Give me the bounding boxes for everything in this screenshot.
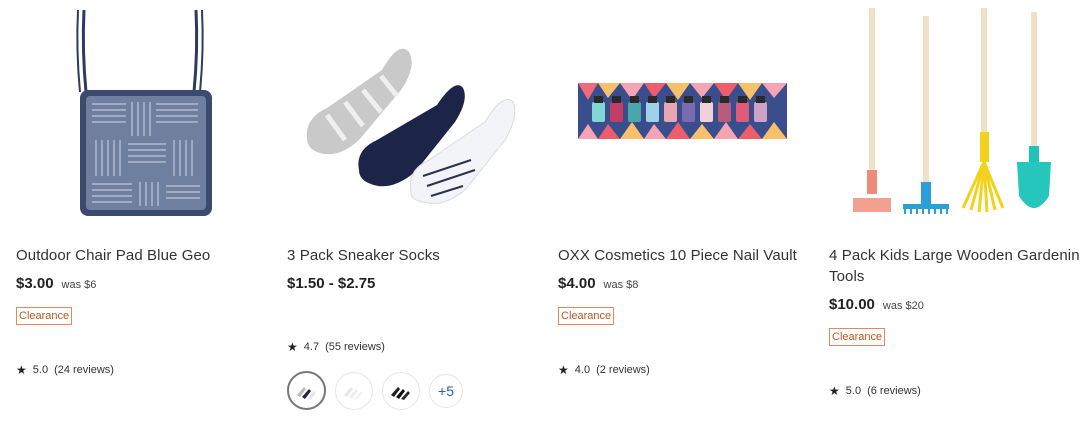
price-row: $1.50 - $2.75 — [287, 275, 375, 292]
star-icon: ★ — [558, 363, 569, 377]
product-price: $1.50 - $2.75 — [287, 275, 376, 292]
product-card-nail-vault[interactable]: OXX Cosmetics 10 Piece Nail Vault $4.00 … — [558, 0, 818, 422]
product-grid: Outdoor Chair Pad Blue Geo $3.00 was $6 … — [0, 0, 1080, 422]
product-card-gardening-tools[interactable]: 4 Pack Kids Large Wooden Gardening Tools… — [829, 0, 1080, 422]
product-price: $4.00 — [558, 275, 596, 292]
gardening-tools-image[interactable] — [829, 0, 1079, 225]
swatch-white[interactable] — [335, 371, 373, 410]
product-title[interactable]: Outdoor Chair Pad Blue Geo — [16, 245, 276, 266]
rating-value: 4.0 — [574, 364, 591, 376]
rating-value: 4.7 — [303, 341, 320, 353]
swatch-black[interactable] — [382, 371, 420, 410]
swatch-grey-navy-white[interactable] — [287, 371, 326, 410]
color-swatches: +5 — [287, 371, 463, 410]
rating-value: 5.0 — [845, 385, 862, 397]
original-price: was $6 — [61, 279, 97, 291]
price-row: $4.00 was $8 — [558, 275, 638, 292]
star-icon: ★ — [287, 340, 298, 354]
star-icon: ★ — [829, 384, 840, 398]
product-title[interactable]: OXX Cosmetics 10 Piece Nail Vault — [558, 245, 818, 266]
nail-polish-set-image[interactable] — [558, 0, 818, 225]
price-row: $10.00 was $20 — [829, 296, 924, 313]
clearance-badge: Clearance — [829, 328, 886, 346]
rating[interactable]: ★ 4.7 (55 reviews) — [287, 341, 385, 353]
chair-pad-image[interactable] — [16, 0, 276, 225]
review-count: (6 reviews) — [867, 385, 921, 397]
product-card-sneaker-socks[interactable]: 3 Pack Sneaker Socks $1.50 - $2.75 ★ 4.7… — [287, 0, 547, 422]
review-count: (55 reviews) — [325, 341, 385, 353]
more-swatches-link[interactable]: +5 — [429, 373, 463, 408]
original-price: was $20 — [882, 300, 924, 312]
clearance-badge: Clearance — [16, 307, 73, 325]
product-title[interactable]: 3 Pack Sneaker Socks — [287, 245, 547, 266]
rating[interactable]: ★ 5.0 (24 reviews) — [16, 364, 114, 376]
rating-value: 5.0 — [32, 364, 49, 376]
clearance-badge: Clearance — [558, 307, 615, 325]
review-count: (24 reviews) — [54, 364, 114, 376]
original-price: was $8 — [603, 279, 639, 291]
price-row: $3.00 was $6 — [16, 275, 96, 292]
product-title[interactable]: 4 Pack Kids Large Wooden Gardening Tools — [829, 245, 1080, 287]
rating[interactable]: ★ 5.0 (6 reviews) — [829, 385, 921, 397]
star-icon: ★ — [16, 363, 27, 377]
product-price: $3.00 — [16, 275, 54, 292]
product-price: $10.00 — [829, 296, 875, 313]
socks-image[interactable] — [287, 0, 547, 225]
rating[interactable]: ★ 4.0 (2 reviews) — [558, 364, 650, 376]
review-count: (2 reviews) — [596, 364, 650, 376]
product-card-chair-pad[interactable]: Outdoor Chair Pad Blue Geo $3.00 was $6 … — [16, 0, 276, 422]
